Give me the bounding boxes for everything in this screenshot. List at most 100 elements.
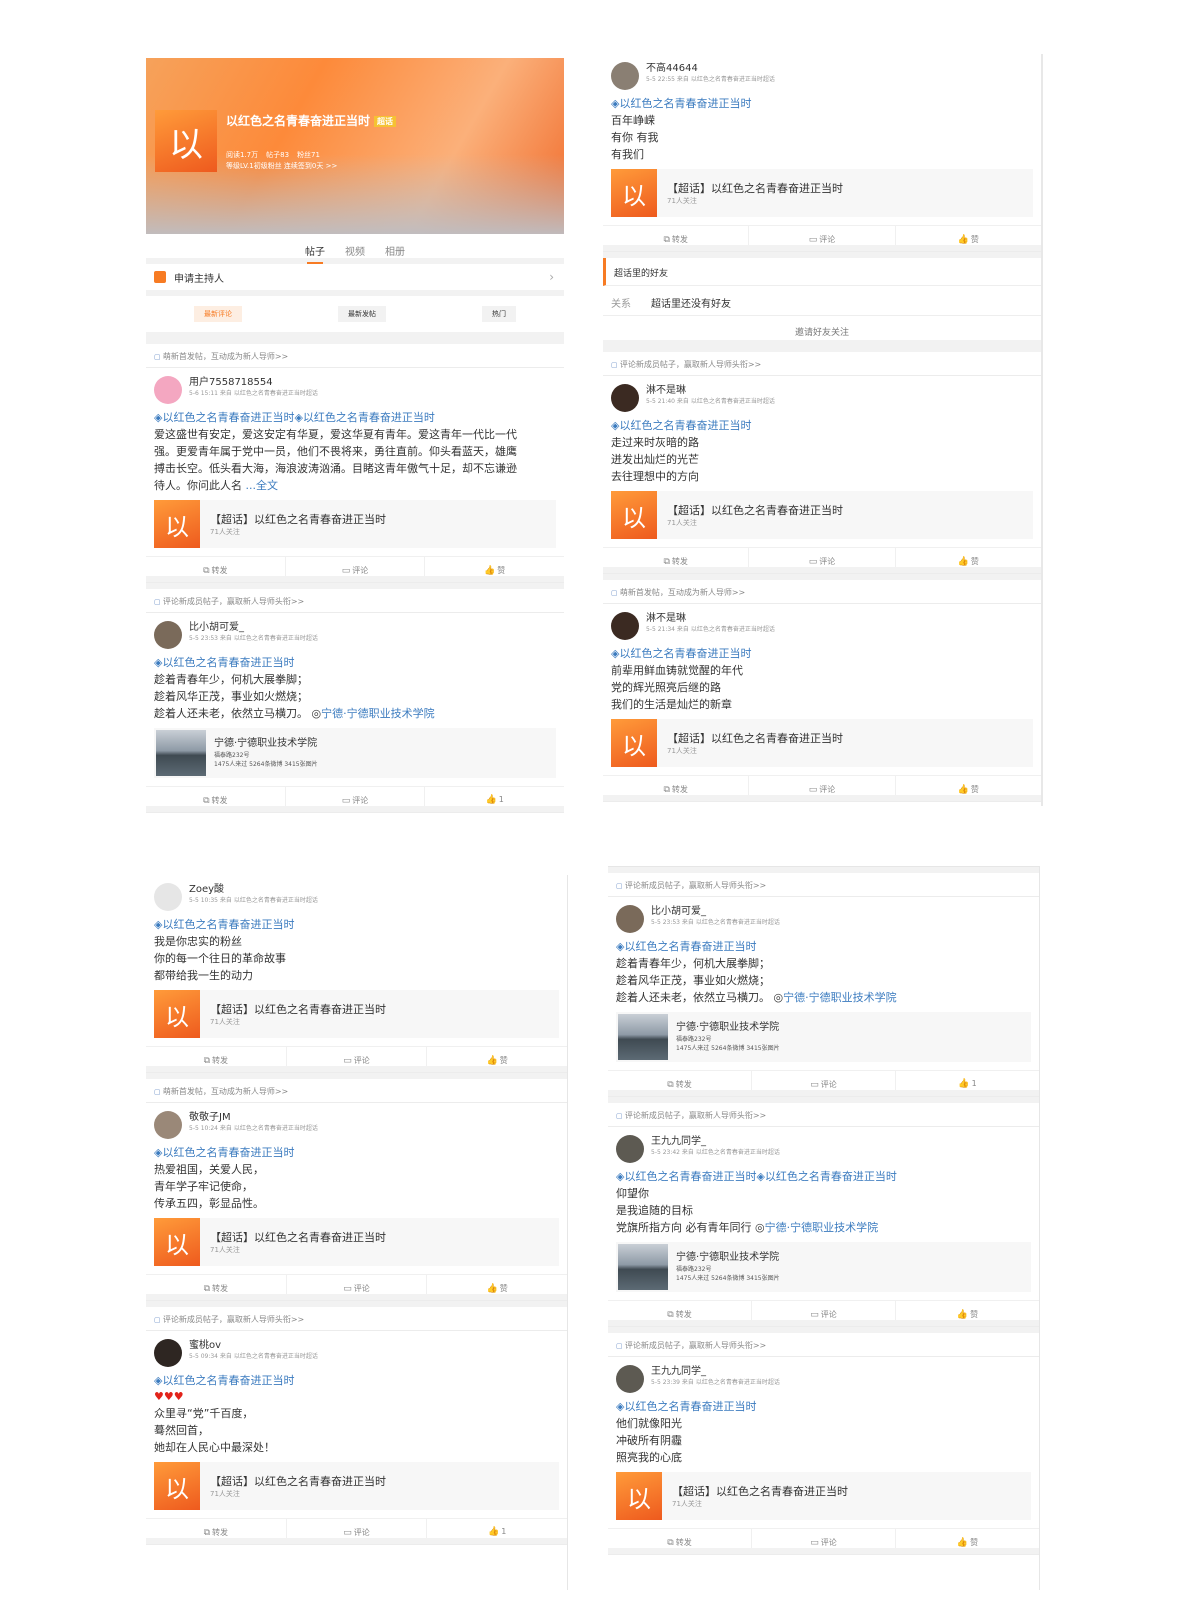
avatar[interactable]	[616, 905, 644, 933]
avatar[interactable]	[154, 376, 182, 404]
topic-link[interactable]: 以红色之名青春奋进正当时	[624, 1170, 756, 1183]
tab-posts[interactable]: 帖子	[305, 243, 325, 264]
repost-button[interactable]: ⧉ 转发	[603, 548, 750, 567]
like-button[interactable]: 👍 赞	[896, 776, 1041, 795]
topic-card[interactable]: 以【超话】以红色之名青春奋进正当时 71人关注	[154, 500, 556, 548]
comment-button[interactable]: ▭ 评论	[287, 1519, 428, 1538]
tab-albums[interactable]: 相册	[385, 243, 405, 258]
topic-card[interactable]: 以【超话】以红色之名青春奋进正当时 71人关注	[611, 169, 1033, 217]
repost-button[interactable]: ⧉ 转发	[146, 1275, 287, 1294]
username[interactable]: 比小胡可爱_	[189, 621, 318, 634]
apply-host-row[interactable]: 申请主持人 ›	[146, 264, 564, 296]
avatar[interactable]	[154, 883, 182, 911]
comment-button[interactable]: ▭ 评论	[286, 787, 426, 806]
topic-card[interactable]: 以【超话】以红色之名青春奋进正当时 71人关注	[611, 719, 1033, 767]
topic-link[interactable]: 以红色之名青春奋进正当时	[619, 419, 751, 432]
like-button[interactable]: 👍 赞	[896, 1529, 1039, 1548]
username[interactable]: 不高44644	[646, 62, 775, 75]
topic-link[interactable]: 以红色之名青春奋进正当时	[162, 918, 294, 931]
read-more-link[interactable]: ...全文	[246, 479, 279, 492]
avatar[interactable]	[611, 612, 639, 640]
avatar[interactable]	[616, 1135, 644, 1163]
repost-button[interactable]: ⧉ 转发	[146, 557, 286, 576]
new-member-tip[interactable]: 评论新成员帖子，赢取新人导师头衔>>	[146, 1301, 567, 1331]
username[interactable]: 淋不是琳	[646, 612, 775, 625]
topic-link[interactable]: 以红色之名青春奋进正当时	[162, 1374, 294, 1387]
topic-link[interactable]: 以红色之名青春奋进正当时	[162, 656, 294, 669]
sort-latest-comment[interactable]: 最新评论	[194, 306, 242, 322]
repost-button[interactable]: ⧉ 转发	[603, 776, 750, 795]
topic-link[interactable]: 以红色之名青春奋进正当时	[619, 97, 751, 110]
comment-button[interactable]: ▭ 评论	[287, 1275, 428, 1294]
topic-link[interactable]: 以红色之名青春奋进正当时	[162, 411, 294, 424]
repost-button[interactable]: ⧉ 转发	[146, 787, 286, 806]
avatar[interactable]	[154, 1339, 182, 1367]
location-card[interactable]: 宁德·宁德职业技术学院 福泰路232号 1475人来过 5264条微博 3415张图…	[154, 728, 556, 778]
repost-button[interactable]: ⧉ 转发	[146, 1519, 287, 1538]
username[interactable]: 王九九同学_	[651, 1365, 780, 1378]
tab-videos[interactable]: 视频	[345, 243, 365, 258]
location-card[interactable]: 宁德·宁德职业技术学院 福泰路232号 1475人来过 5264条微博 3415张图…	[616, 1242, 1031, 1292]
like-button[interactable]: 👍 赞	[896, 548, 1041, 567]
comment-button[interactable]: ▭ 评论	[752, 1301, 896, 1320]
username[interactable]: 敬敬子JM	[189, 1111, 318, 1124]
topic-link[interactable]: 以红色之名青春奋进正当时	[765, 1170, 897, 1183]
location-link[interactable]: 宁德·宁德职业技术学院	[765, 1221, 879, 1234]
comment-button[interactable]: ▭ 评论	[752, 1071, 896, 1090]
comment-button[interactable]: ▭ 评论	[749, 226, 896, 245]
topic-card[interactable]: 以【超话】以红色之名青春奋进正当时 71人关注	[154, 1218, 559, 1266]
sort-hot[interactable]: 热门	[482, 306, 516, 322]
comment-button[interactable]: ▭ 评论	[286, 557, 426, 576]
topic-link[interactable]: 以红色之名青春奋进正当时	[624, 1400, 756, 1413]
topic-link[interactable]: 以红色之名青春奋进正当时	[162, 1146, 294, 1159]
username[interactable]: Zoey酸	[189, 883, 318, 896]
avatar[interactable]	[611, 384, 639, 412]
avatar[interactable]	[154, 621, 182, 649]
sort-latest-post[interactable]: 最新发帖	[338, 306, 386, 322]
new-member-tip[interactable]: 萌新首发帖，互动成为新人导师>>	[146, 1073, 567, 1103]
repost-button[interactable]: ⧉ 转发	[608, 1529, 752, 1548]
repost-button[interactable]: ⧉ 转发	[603, 226, 750, 245]
like-button[interactable]: 👍 赞	[896, 1301, 1039, 1320]
like-button[interactable]: 👍 赞	[896, 226, 1041, 245]
new-member-tip[interactable]: 萌新首发帖，互动成为新人导师>>	[146, 338, 564, 368]
comment-button[interactable]: ▭ 评论	[287, 1047, 428, 1066]
comment-button[interactable]: ▭ 评论	[749, 548, 896, 567]
topic-link[interactable]: 以红色之名青春奋进正当时	[624, 940, 756, 953]
topic-card[interactable]: 以【超话】以红色之名青春奋进正当时 71人关注	[611, 491, 1033, 539]
avatar[interactable]	[611, 62, 639, 90]
like-button[interactable]: 👍 赞	[427, 1047, 567, 1066]
new-member-tip[interactable]: 评论新成员帖子，赢取新人导师头衔>>	[608, 1327, 1039, 1357]
topic-link[interactable]: 以红色之名青春奋进正当时	[303, 411, 435, 424]
avatar[interactable]	[616, 1365, 644, 1393]
like-button[interactable]: 👍 赞	[425, 557, 564, 576]
repost-button[interactable]: ⧉ 转发	[608, 1071, 752, 1090]
comment-button[interactable]: ▭ 评论	[752, 1529, 896, 1548]
like-button[interactable]: 👍 1	[425, 787, 564, 806]
new-member-tip[interactable]: 评论新成员帖子，赢取新人导师头衔>>	[603, 346, 1041, 376]
new-member-tip[interactable]: 评论新成员帖子，赢取新人导师头衔>>	[146, 583, 564, 613]
username[interactable]: 淋不是琳	[646, 384, 775, 397]
repost-button[interactable]: ⧉ 转发	[146, 1047, 287, 1066]
comment-button[interactable]: ▭ 评论	[749, 776, 896, 795]
topic-link[interactable]: 以红色之名青春奋进正当时	[619, 647, 751, 660]
username[interactable]: 王九九同学_	[651, 1135, 780, 1148]
new-member-tip[interactable]: 萌新首发帖，互动成为新人导师>>	[603, 574, 1041, 604]
username[interactable]: 比小胡可爱_	[651, 905, 780, 918]
username[interactable]: 蜜桃ov	[189, 1339, 318, 1352]
location-link[interactable]: 宁德·宁德职业技术学院	[321, 707, 435, 720]
invite-friends-button[interactable]: 邀请好友关注	[603, 316, 1041, 346]
topic-card[interactable]: 以【超话】以红色之名青春奋进正当时 71人关注	[616, 1472, 1031, 1520]
username[interactable]: 用户7558718554	[189, 376, 318, 389]
new-member-tip[interactable]: 评论新成员帖子，赢取新人导师头衔>>	[608, 867, 1039, 897]
location-link[interactable]: 宁德·宁德职业技术学院	[783, 991, 897, 1004]
repost-button[interactable]: ⧉ 转发	[608, 1301, 752, 1320]
topic-card[interactable]: 以【超话】以红色之名青春奋进正当时 71人关注	[154, 1462, 559, 1510]
level-checkin[interactable]: 等级LV.1初级粉丝 连续签到0天 >>	[226, 161, 337, 172]
topic-card[interactable]: 以【超话】以红色之名青春奋进正当时 71人关注	[154, 990, 559, 1038]
like-button[interactable]: 👍 1	[896, 1071, 1039, 1090]
new-member-tip[interactable]: 评论新成员帖子，赢取新人导师头衔>>	[608, 1097, 1039, 1127]
like-button[interactable]: 👍 1	[427, 1519, 567, 1538]
avatar[interactable]	[154, 1111, 182, 1139]
like-button[interactable]: 👍 赞	[427, 1275, 567, 1294]
